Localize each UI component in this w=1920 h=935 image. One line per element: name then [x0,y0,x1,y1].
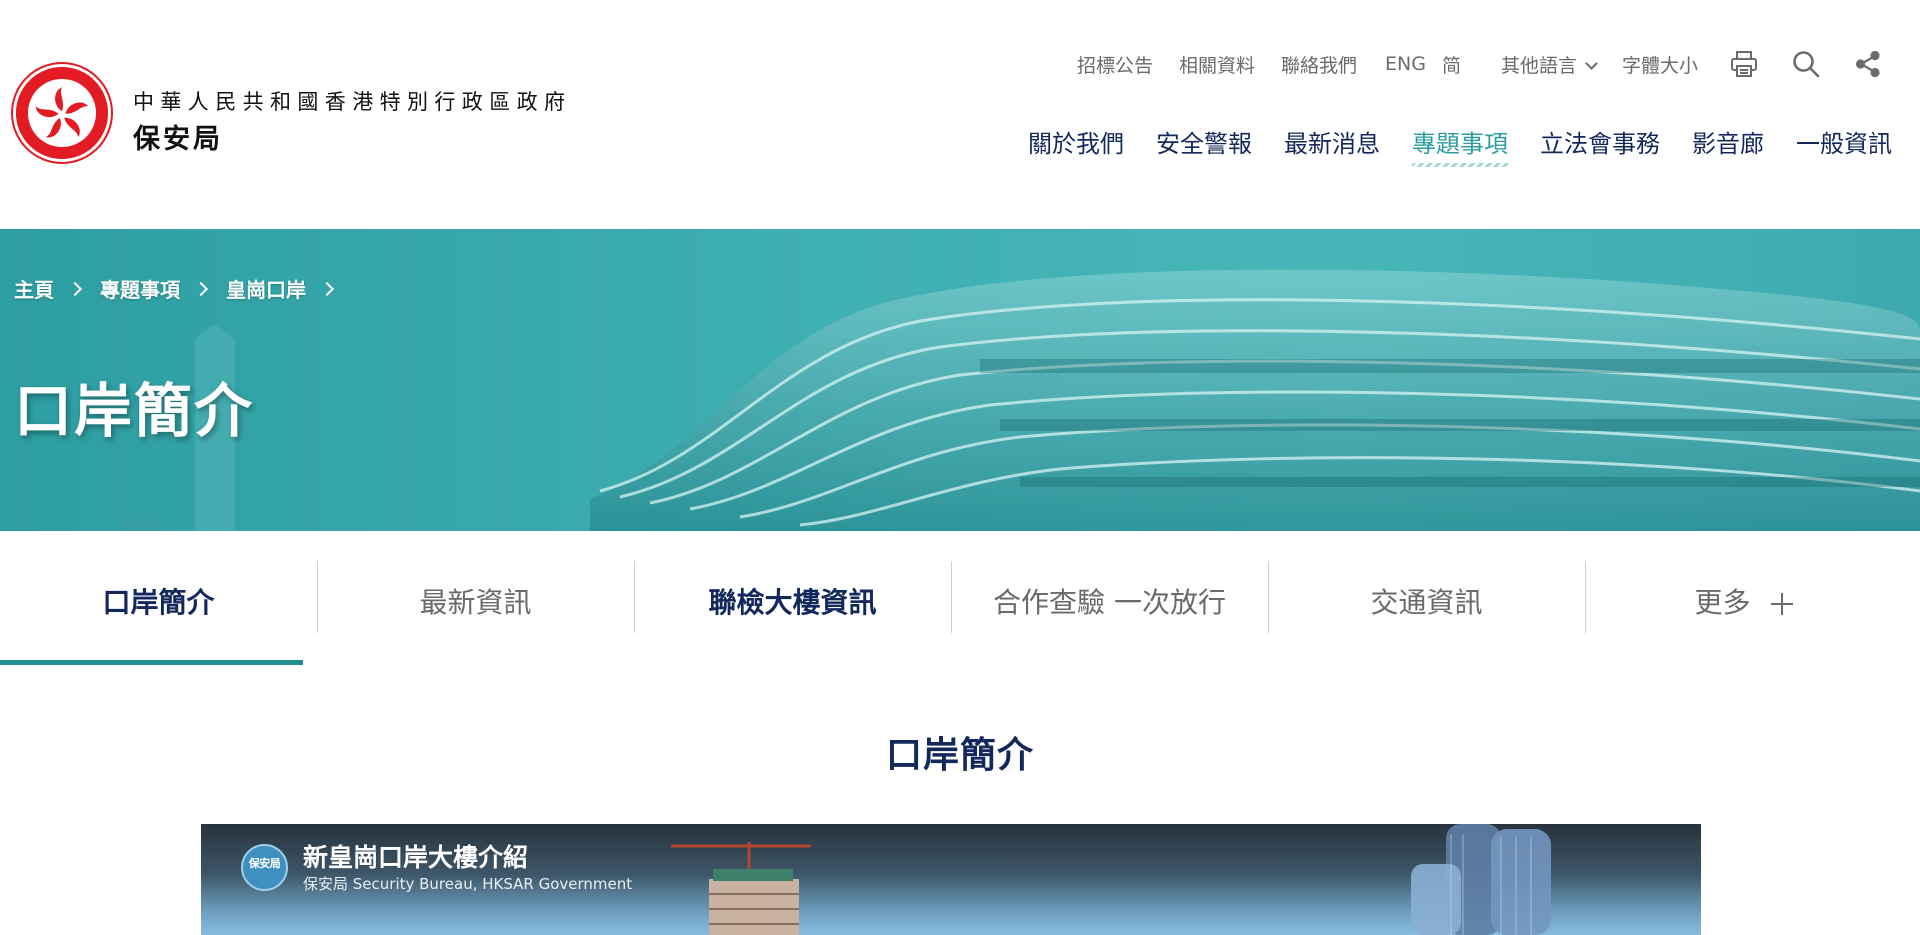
nav-legco-business[interactable]: 立法會事務 [1540,124,1660,163]
contact-us-link[interactable]: 聯絡我們 [1281,51,1357,78]
related-info-link[interactable]: 相關資料 [1179,51,1255,78]
tab-port-overview[interactable]: 口岸簡介 [0,531,317,671]
print-icon[interactable] [1728,48,1760,80]
government-name: 中華人民共和國香港特別行政區政府 [133,90,572,114]
tab-latest-info[interactable]: 最新資訊 [317,531,634,671]
share-icon[interactable] [1852,48,1884,80]
main-navigation: 關於我們 安全警報 最新消息 專題事項 立法會事務 影音廊 一般資訊 [996,124,1892,167]
chevron-right-icon [319,281,335,296]
video-player[interactable]: 保安局 新皇崗口岸大樓介紹 保安局 Security Bureau, HKSAR… [201,824,1701,935]
breadcrumb-home[interactable]: 主頁 [14,274,54,303]
other-languages-dropdown[interactable]: 其他語言 [1500,51,1598,78]
tab-building-info[interactable]: 聯檢大樓資訊 [634,531,951,671]
tab-transport-info[interactable]: 交通資訊 [1268,531,1585,671]
hk-emblem-icon[interactable] [13,64,111,162]
nav-security-alerts[interactable]: 安全警報 [1156,124,1252,163]
chevron-right-icon [67,281,83,296]
plus-icon [1770,593,1793,615]
other-languages-label: 其他語言 [1500,54,1577,77]
tab-label: 聯檢大樓資訊 [708,586,877,619]
bureau-name[interactable]: 保安局 [133,117,223,156]
tab-label: 合作查驗 一次放行 [993,586,1226,619]
channel-avatar[interactable]: 保安局 [241,844,288,891]
font-size-link[interactable]: 字體大小 [1622,51,1698,78]
page-title: 口岸簡介 [14,377,255,445]
search-icon[interactable] [1790,48,1822,80]
breadcrumb-special-topics[interactable]: 專題事項 [100,274,180,303]
lang-simplified-link[interactable]: 简 [1442,51,1461,78]
section-tabs: 口岸簡介 最新資訊 聯檢大樓資訊 合作查驗 一次放行 交通資訊 更多 [0,531,1920,671]
breadcrumb-huanggang-port[interactable]: 皇崗口岸 [226,274,306,303]
tab-more[interactable]: 更多 [1585,531,1902,671]
page-banner: 主頁 專題事項 皇崗口岸 口岸簡介 [0,229,1920,531]
tender-notices-link[interactable]: 招標公告 [1077,51,1153,78]
tab-co-location[interactable]: 合作查驗 一次放行 [951,531,1268,671]
nav-special-topics[interactable]: 專題事項 [1412,124,1508,167]
chevron-down-icon [1585,56,1598,70]
tab-label: 口岸簡介 [102,586,215,619]
utility-bar: 招標公告 相關資料 聯絡我們 ENG 简 其他語言 字體大小 [1051,48,1884,80]
nav-about-us[interactable]: 關於我們 [1028,124,1124,163]
section-heading: 口岸簡介 [885,735,1034,776]
channel-avatar-text: 保安局 [248,856,281,870]
nav-latest-news[interactable]: 最新消息 [1284,124,1380,163]
breadcrumb: 主頁 專題事項 皇崗口岸 [14,274,352,303]
tab-label: 交通資訊 [1370,586,1483,619]
video-channel-name[interactable]: 保安局 Security Bureau, HKSAR Government [303,873,632,894]
site-header: 中華人民共和國香港特別行政區政府 保安局 招標公告 相關資料 聯絡我們 ENG … [0,0,1920,229]
video-title[interactable]: 新皇崗口岸大樓介紹 [303,838,528,874]
nav-general-info[interactable]: 一般資訊 [1796,124,1892,163]
lang-english-link[interactable]: ENG [1385,53,1426,75]
tab-label: 更多 [1694,586,1751,619]
tab-label: 最新資訊 [419,586,532,619]
chevron-right-icon [193,281,209,296]
nav-gallery[interactable]: 影音廊 [1692,124,1764,163]
